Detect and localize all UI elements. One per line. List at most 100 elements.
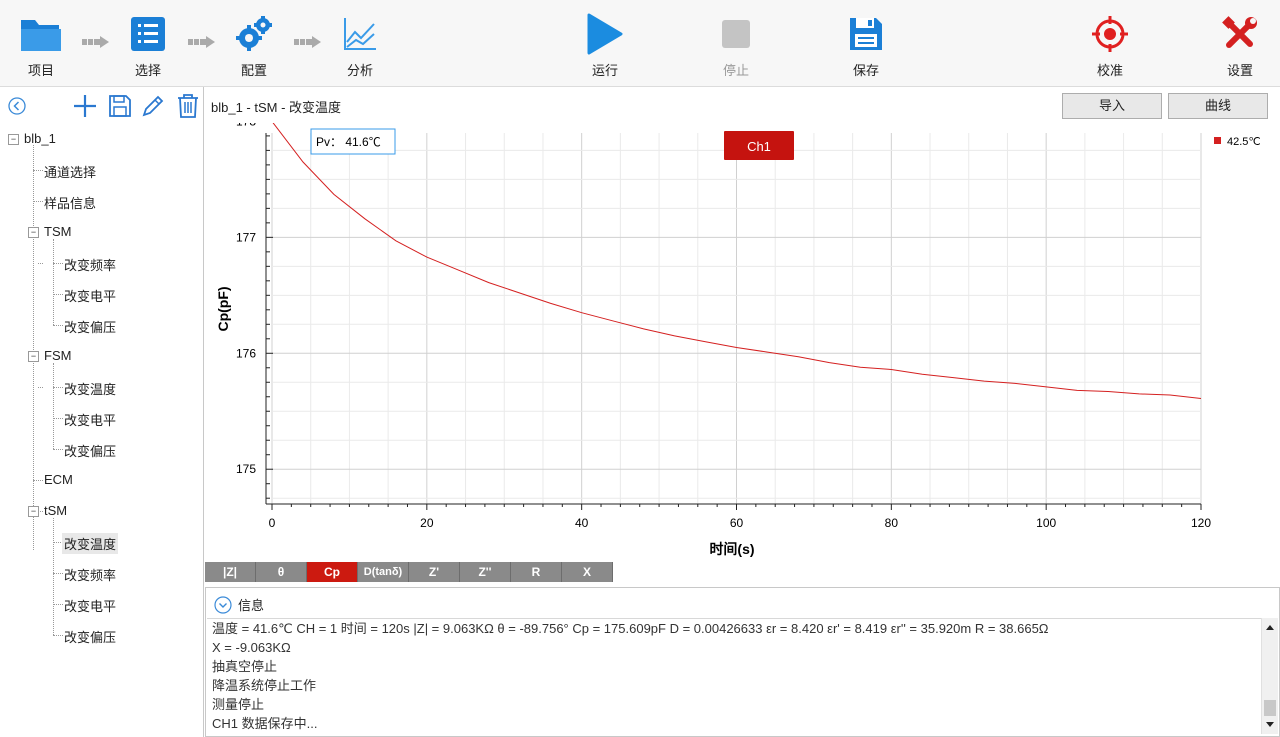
save-button[interactable]: 保存 xyxy=(831,10,901,79)
folder-icon xyxy=(6,10,76,58)
chart-grid xyxy=(271,133,1202,504)
tree-item-ecm[interactable]: ECM xyxy=(44,472,73,487)
tree-item-tsm-lower[interactable]: tSM xyxy=(44,503,67,518)
trash-icon xyxy=(178,94,198,118)
scrollbar[interactable] xyxy=(1261,618,1278,734)
sidebar-toolbar xyxy=(0,87,203,123)
tree-item-fsm-bias[interactable]: 改变偏压 xyxy=(64,441,116,460)
config-label: 配置 xyxy=(240,63,267,78)
chevron-down-icon[interactable] xyxy=(214,595,232,614)
info-panel: 信息 温度 = 41.6℃ CH = 1 时间 = 120s |Z| = 9.0… xyxy=(205,587,1280,737)
step-arrow-icon xyxy=(82,36,109,48)
select-button[interactable]: 选择 xyxy=(113,10,183,79)
tab-dissipation[interactable]: D(tanδ) xyxy=(358,562,409,582)
settings-button[interactable]: 设置 xyxy=(1205,10,1275,79)
x-axis-label: 时间(s) xyxy=(709,541,754,557)
tree-item-channel-select[interactable]: 通道选择 xyxy=(44,162,96,181)
collapse-toggle[interactable]: − xyxy=(28,506,39,517)
x-tick-label: 80 xyxy=(885,516,899,530)
step-arrow-icon xyxy=(188,36,215,48)
chart-axes xyxy=(265,133,1201,505)
chevron-left-icon xyxy=(8,97,26,115)
main-panel: blb_1 - tSM - 改变温度 导入 曲线 0 20 40 60 80 100 120… xyxy=(205,87,1280,584)
config-button[interactable]: 配置 xyxy=(219,10,289,79)
tree-item-t-level[interactable]: 改变电平 xyxy=(64,596,116,615)
tab-theta[interactable]: θ xyxy=(256,562,307,582)
pv-label: Pv： 41.6℃ xyxy=(316,135,381,149)
tree-item-t-frequency[interactable]: 改变频率 xyxy=(64,565,116,584)
plus-icon xyxy=(74,95,96,117)
log-line: 测量停止 xyxy=(212,697,265,712)
floppy-disk-icon xyxy=(831,10,901,58)
stop-button[interactable]: 停止 xyxy=(701,10,771,79)
analyze-label: 分析 xyxy=(346,63,373,78)
curve-button[interactable]: 曲线 xyxy=(1168,93,1268,119)
toolbar: 项目 选择 配置 分析 运行 停止 保存 校准 设置 xyxy=(0,0,1280,87)
x-tick-label: 40 xyxy=(575,516,589,530)
settings-label: 设置 xyxy=(1226,63,1253,78)
channel-badge[interactable]: Ch1 xyxy=(724,131,794,160)
save-label: 保存 xyxy=(852,63,879,78)
delete-button[interactable] xyxy=(175,93,201,119)
x-tick-label: 120 xyxy=(1191,516,1211,530)
scroll-down-icon[interactable] xyxy=(1262,718,1278,732)
info-panel-title: 信息 xyxy=(238,598,265,613)
tree-item-fsm[interactable]: FSM xyxy=(44,348,71,363)
tree-root[interactable]: blb_1 xyxy=(24,131,56,146)
save-item-button[interactable] xyxy=(107,93,133,119)
info-log: 温度 = 41.6℃ CH = 1 时间 = 120s |Z| = 9.063K… xyxy=(207,618,1261,735)
y-tick-label: 178 xyxy=(236,123,256,128)
y-tick-label: 175 xyxy=(236,462,256,476)
tree-item-tsm-level[interactable]: 改变电平 xyxy=(64,286,116,305)
y-tick-label: 177 xyxy=(236,230,256,244)
tab-z-real[interactable]: Z' xyxy=(409,562,460,582)
pencil-icon xyxy=(142,95,164,117)
list-icon xyxy=(113,10,183,58)
tree-item-tsm[interactable]: TSM xyxy=(44,224,71,239)
chart[interactable]: 0 20 40 60 80 100 120 175 176 177 178 时间(s) Cp(pF)… xyxy=(205,123,1280,561)
tree-item-fsm-level[interactable]: 改变电平 xyxy=(64,410,116,429)
run-label: 运行 xyxy=(591,63,618,78)
pv-box: Pv： 41.6℃ xyxy=(310,128,396,155)
tree-item-fsm-temperature[interactable]: 改变温度 xyxy=(64,379,116,398)
collapse-toggle[interactable]: − xyxy=(8,134,19,145)
tree-item-t-temperature[interactable]: 改变温度 xyxy=(62,533,119,554)
analyze-button[interactable]: 分析 xyxy=(325,10,395,79)
import-button[interactable]: 导入 xyxy=(1062,93,1162,119)
tree-item-t-bias[interactable]: 改变偏压 xyxy=(64,627,116,646)
channel-label: Ch1 xyxy=(747,139,771,154)
x-tick-label: 100 xyxy=(1036,516,1056,530)
select-label: 选择 xyxy=(134,63,161,78)
legend: 42.5℃ xyxy=(1214,136,1261,148)
collapse-toggle[interactable]: − xyxy=(28,351,39,362)
sidebar: − blb_1 通道选择 样品信息 − TSM 改变频率 改变电平 改变偏压 −… xyxy=(0,87,204,737)
x-tick-label: 0 xyxy=(269,516,276,530)
step-arrow-icon xyxy=(294,36,321,48)
collapse-toggle[interactable]: − xyxy=(28,227,39,238)
log-line: CH1 数据保存中... xyxy=(212,716,318,731)
stop-label: 停止 xyxy=(722,63,749,78)
collapse-button[interactable] xyxy=(4,93,30,119)
tree-item-tsm-bias[interactable]: 改变偏压 xyxy=(64,317,116,336)
edit-button[interactable] xyxy=(140,93,166,119)
scroll-thumb[interactable] xyxy=(1264,700,1276,716)
tree-item-sample-info[interactable]: 样品信息 xyxy=(44,193,96,212)
x-tick-label: 60 xyxy=(730,516,744,530)
stop-icon xyxy=(701,10,771,58)
scroll-up-icon[interactable] xyxy=(1262,620,1278,634)
tab-z-imag[interactable]: Z'' xyxy=(460,562,511,582)
tab-x[interactable]: X xyxy=(562,562,613,582)
tree-item-tsm-frequency[interactable]: 改变频率 xyxy=(64,255,116,274)
add-button[interactable] xyxy=(72,93,98,119)
tab-cp[interactable]: Cp xyxy=(307,562,358,582)
info-panel-header[interactable]: 信息 xyxy=(214,595,264,614)
y-tick-label: 176 xyxy=(236,346,256,360)
gears-icon xyxy=(219,10,289,58)
tools-icon xyxy=(1205,10,1275,58)
calibrate-label: 校准 xyxy=(1096,63,1123,78)
project-button[interactable]: 项目 xyxy=(6,10,76,79)
tab-impedance[interactable]: |Z| xyxy=(205,562,256,582)
calibrate-button[interactable]: 校准 xyxy=(1075,10,1145,79)
tab-r[interactable]: R xyxy=(511,562,562,582)
run-button[interactable]: 运行 xyxy=(570,10,640,79)
